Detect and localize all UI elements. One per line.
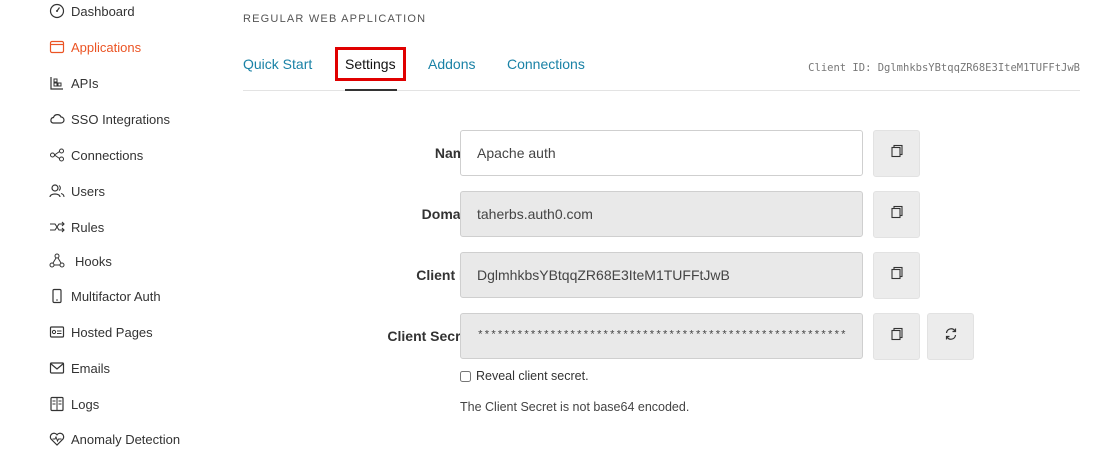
secret-encoding-note: The Client Secret is not base64 encoded. <box>460 400 690 414</box>
applications-icon <box>48 38 66 56</box>
apis-icon <box>48 74 66 92</box>
sidebar-item-label: Hosted Pages <box>71 324 153 340</box>
cloud-icon <box>48 110 66 128</box>
sidebar-item-label: Multifactor Auth <box>71 288 161 304</box>
users-icon <box>48 182 66 200</box>
copy-client-id-button[interactable] <box>873 252 920 299</box>
copy-icon <box>890 266 904 285</box>
client-secret-input[interactable] <box>460 313 863 359</box>
hosted-pages-icon <box>48 323 66 341</box>
copy-client-secret-button[interactable] <box>873 313 920 360</box>
sidebar-item-emails[interactable]: Emails <box>48 357 110 379</box>
active-tab-underline <box>345 89 397 91</box>
sidebar-item-dashboard[interactable]: Dashboard <box>48 0 135 22</box>
domain-input[interactable] <box>460 191 863 237</box>
sidebar-item-apis[interactable]: APIs <box>48 72 98 94</box>
refresh-icon <box>944 327 958 346</box>
application-type-heading: REGULAR WEB APPLICATION <box>243 13 427 25</box>
sidebar-item-label: Applications <box>71 39 142 55</box>
rules-icon <box>48 218 66 236</box>
sidebar-item-applications[interactable]: Applications <box>48 36 141 58</box>
copy-name-button[interactable] <box>873 130 920 177</box>
sidebar-item-label: Logs <box>71 396 100 412</box>
sidebar-item-label: Users <box>71 183 105 199</box>
client-id-header-label: Client ID: DglmhkbsYBtqqZR68E3IteM1TUFFt… <box>808 62 1080 74</box>
client-id-input[interactable] <box>460 252 863 298</box>
sidebar-item-anomaly-detection[interactable]: Anomaly Detection <box>48 428 180 450</box>
copy-icon <box>890 144 904 163</box>
sidebar-item-label: Anomaly Detection <box>71 431 181 447</box>
sidebar: Dashboard Applications APIs SSO Integrat… <box>0 0 230 447</box>
sidebar-item-label: SSO Integrations <box>71 111 170 127</box>
reveal-secret-label: Reveal client secret. <box>476 369 589 383</box>
copy-icon <box>890 327 904 346</box>
sidebar-item-label: Hooks <box>75 253 112 269</box>
sidebar-item-label: APIs <box>71 75 99 91</box>
mail-icon <box>48 359 66 377</box>
sidebar-item-label: Connections <box>71 147 144 163</box>
sidebar-item-label: Emails <box>71 360 111 376</box>
name-row: Name <box>243 130 1043 177</box>
reveal-secret-toggle[interactable]: Reveal client secret. <box>460 369 589 383</box>
sidebar-item-label: Dashboard <box>71 3 135 19</box>
name-input[interactable] <box>460 130 863 176</box>
logs-icon <box>48 395 66 413</box>
tab-settings[interactable]: Settings <box>335 47 406 81</box>
sidebar-item-users[interactable]: Users <box>48 180 105 202</box>
connections-icon <box>48 146 66 164</box>
sidebar-item-hosted-pages[interactable]: Hosted Pages <box>48 321 153 343</box>
sidebar-item-rules[interactable]: Rules <box>48 216 104 238</box>
sidebar-item-sso-integrations[interactable]: SSO Integrations <box>48 108 170 130</box>
reveal-secret-checkbox[interactable] <box>460 370 471 382</box>
client-secret-row: Client Secret <box>243 313 1043 360</box>
sidebar-item-multifactor-auth[interactable]: Multifactor Auth <box>48 285 161 307</box>
tab-addons[interactable]: Addons <box>428 48 475 81</box>
client-id-row: Client ID <box>243 252 1043 299</box>
tab-connections[interactable]: Connections <box>507 48 585 81</box>
hooks-icon <box>48 252 66 270</box>
tab-quick-start[interactable]: Quick Start <box>243 48 312 81</box>
dashboard-icon <box>48 2 66 20</box>
sidebar-item-label: Rules <box>71 219 105 235</box>
copy-domain-button[interactable] <box>873 191 920 238</box>
sidebar-item-hooks[interactable]: Hooks <box>48 250 112 272</box>
rotate-secret-button[interactable] <box>927 313 974 360</box>
copy-icon <box>890 205 904 224</box>
phone-icon <box>48 287 66 305</box>
heart-icon <box>48 430 66 448</box>
sidebar-item-connections[interactable]: Connections <box>48 144 143 166</box>
tab-bar: Quick Start Settings Addons Connections … <box>243 47 1080 91</box>
sidebar-item-logs[interactable]: Logs <box>48 393 99 415</box>
domain-row: Domain <box>243 191 1043 238</box>
